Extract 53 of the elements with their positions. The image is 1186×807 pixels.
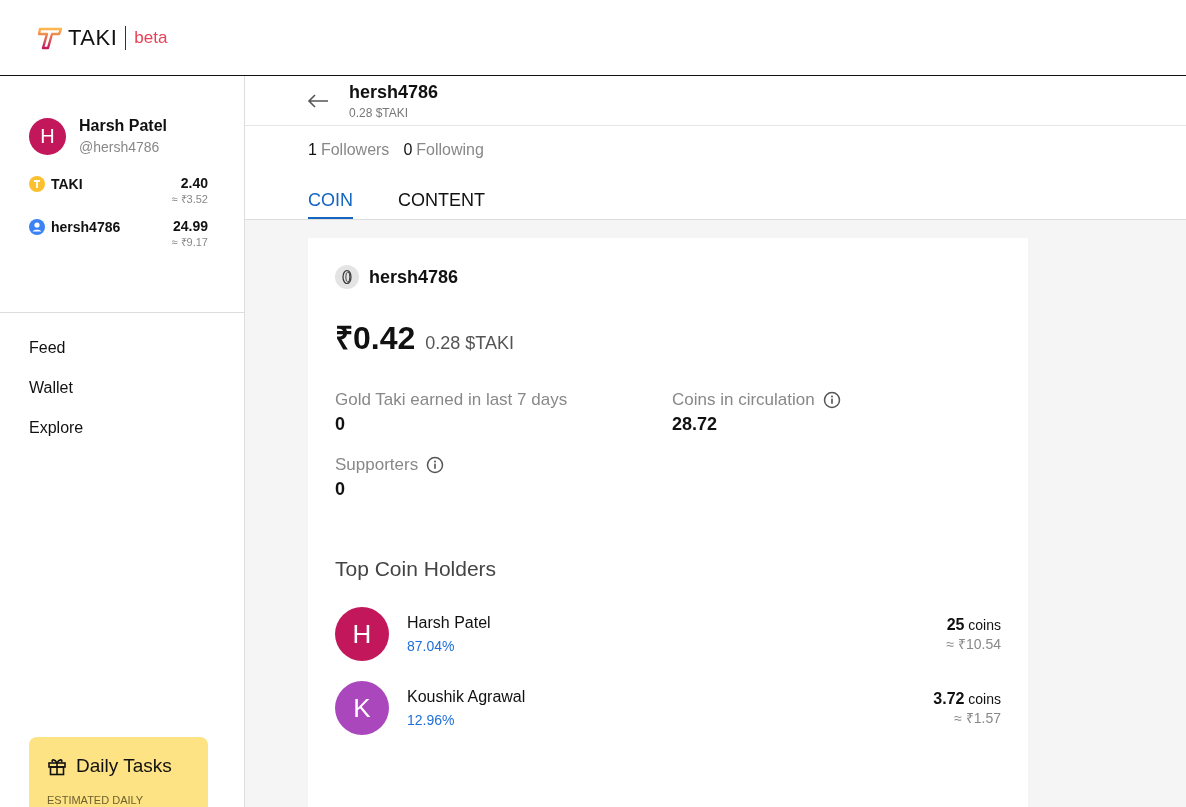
follow-count: 1 xyxy=(308,141,317,158)
tab[interactable]: COIN xyxy=(308,189,353,219)
user-handle: @hersh4786 xyxy=(79,139,161,155)
holder-share: 87.04% xyxy=(407,638,456,654)
coin-name: hersh4786 xyxy=(369,266,459,288)
follow-label: Followers xyxy=(320,141,390,158)
holder-name: Koushik Agrawal xyxy=(407,688,527,706)
logo-icon xyxy=(38,25,64,50)
holder-value: ≈ ₹10.54 xyxy=(946,634,1001,653)
follow-label: Following xyxy=(416,141,484,158)
nav-link[interactable]: Feed xyxy=(29,339,66,357)
coin-icon xyxy=(29,176,45,192)
section-title: Top Coin Holders xyxy=(335,557,498,581)
logo-text: TAKI xyxy=(68,24,118,51)
user-name: Harsh Patel xyxy=(79,117,168,135)
coin-price-taki: 0.28 $TAKI xyxy=(425,333,514,354)
beta-label: beta xyxy=(134,27,168,48)
wallet-amount: 2.40 xyxy=(179,175,208,191)
wallet-value: ≈ ₹9.17 xyxy=(171,235,208,249)
wallet-amount: 24.99 xyxy=(171,218,208,234)
holder-name: Harsh Patel xyxy=(407,614,492,632)
nav-link[interactable]: Wallet xyxy=(29,379,73,397)
stat-label: Gold Taki earned in last 7 days xyxy=(335,390,568,410)
avatar: H xyxy=(29,117,66,155)
back-arrow-icon[interactable] xyxy=(307,94,329,108)
stat-value: 0 xyxy=(335,414,346,435)
daily-tasks-title: Daily Tasks xyxy=(76,755,172,777)
stat-value: 28.72 xyxy=(672,414,719,435)
wallet-label: TAKI xyxy=(51,176,83,192)
profile-title: hersh4786 xyxy=(349,82,439,103)
coin-price: ₹0.42 xyxy=(335,319,416,358)
wallet-label: hersh4786 xyxy=(51,219,121,235)
coin-icon xyxy=(335,265,359,289)
tab[interactable]: CONTENT xyxy=(398,189,485,219)
daily-tasks-card[interactable]: Daily Tasks ESTIMATED DAILY xyxy=(29,737,208,807)
follow-count: 0 xyxy=(403,141,413,158)
stat-label: Coins in circulation xyxy=(672,390,815,410)
user-icon xyxy=(29,219,45,235)
holder-avatar: H xyxy=(335,607,389,661)
info-icon xyxy=(822,391,841,409)
nav-link[interactable]: Explore xyxy=(29,419,84,437)
stat-value: 0 xyxy=(335,479,346,500)
profile-subtitle: 0.28 $TAKI xyxy=(349,106,410,120)
holder-share: 12.96% xyxy=(407,712,456,728)
gift-icon xyxy=(47,756,67,776)
stat-label: Supporters xyxy=(335,455,419,475)
holder-value: ≈ ₹1.57 xyxy=(953,708,1001,727)
holder-coins: 25 coins xyxy=(946,615,1001,634)
holder-avatar: K xyxy=(335,681,389,735)
daily-tasks-caption: ESTIMATED DAILY xyxy=(47,794,144,806)
wallet-value: ≈ ₹3.52 xyxy=(171,192,208,206)
info-icon xyxy=(426,456,445,474)
holder-coins: 3.72 coins xyxy=(933,689,1001,708)
